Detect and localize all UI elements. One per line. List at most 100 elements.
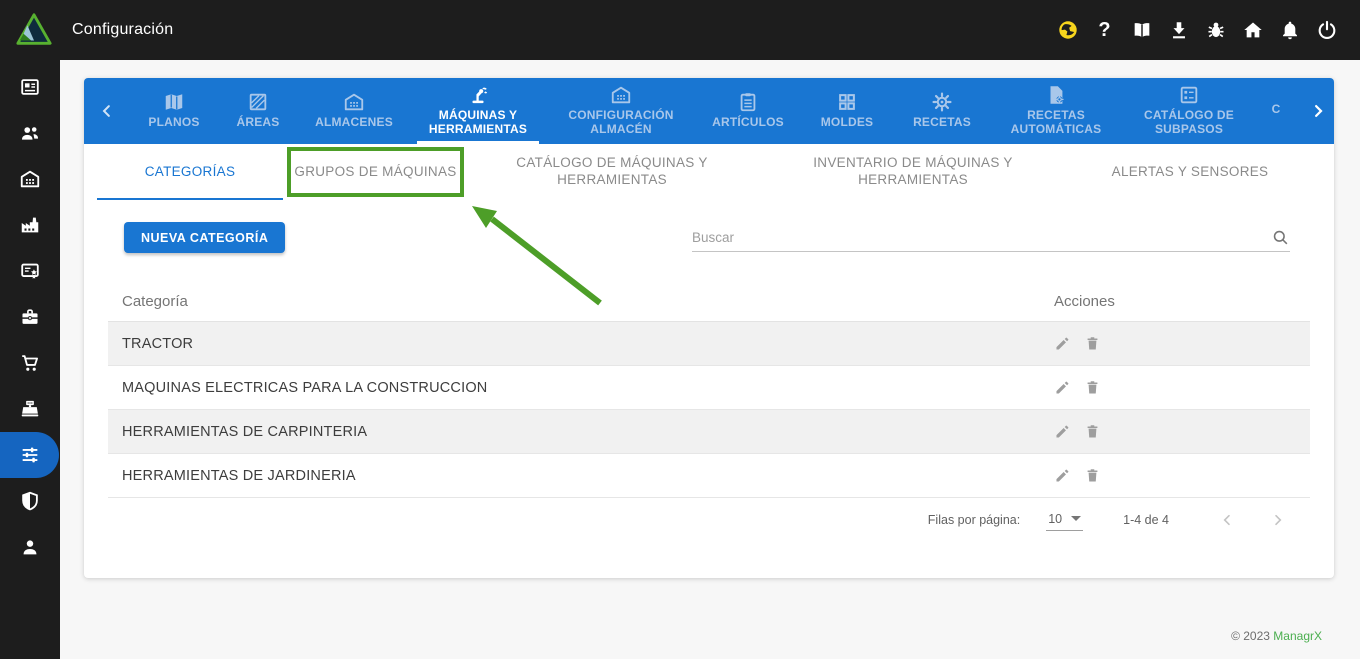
download-icon[interactable] [1167,19,1190,42]
brand-link[interactable]: ManagrX [1273,629,1322,643]
edit-icon[interactable] [1054,467,1071,484]
subtab-grupos-de-maquinas[interactable]: GRUPOS DE MÁQUINAS [287,144,464,200]
sidebar-item-profile[interactable] [0,524,60,570]
sidebar [0,60,60,659]
sidebar-item-settings[interactable] [0,432,59,478]
category-cell: HERRAMIENTAS DE CARPINTERIA [122,423,368,440]
robot-arm-icon [472,87,488,103]
tab-articulos[interactable]: ARTÍCULOS [696,78,800,144]
list-card-icon [1180,86,1198,103]
grid-icon [839,93,855,110]
briefcase-icon [22,309,38,324]
topbar: Configuración ? [0,0,1360,60]
previous-page-button[interactable] [1215,508,1239,532]
gear-icon [932,92,952,112]
search-icon[interactable] [1271,228,1290,247]
sidebar-item-cart[interactable] [0,340,60,386]
power-icon[interactable] [1315,19,1338,42]
security-icon [22,491,38,511]
settings-card: PLANOS ÁREAS ALMACENES MÁQUINAS Y HERRAM… [84,78,1334,578]
app-logo[interactable] [15,11,53,49]
cart-icon [22,355,38,371]
tab-areas[interactable]: ÁREAS [218,78,298,144]
tab-planos[interactable]: PLANOS [130,78,218,144]
area-icon [249,93,267,110]
rows-per-page-select[interactable]: 10 [1046,510,1084,531]
subtab-alertas-sensores[interactable]: ALERTAS Y SENSORES [1070,144,1310,200]
sidebar-item-news[interactable] [0,64,60,110]
sidebar-item-warehouse[interactable] [0,156,60,202]
table-body: TRACTOR MAQUINAS ELECTRICAS PARA LA CONS… [108,322,1310,498]
module-tabbar: PLANOS ÁREAS ALMACENES MÁQUINAS Y HERRAM… [84,78,1334,144]
sidebar-item-security[interactable] [0,478,60,524]
news-icon [21,79,39,95]
new-category-button[interactable]: NUEVA CATEGORÍA [124,222,286,253]
footer: © 2023 ManagrX [1231,629,1322,643]
delete-icon[interactable] [1084,467,1101,484]
table-row[interactable]: TRACTOR [108,322,1310,366]
category-cell: MAQUINAS ELECTRICAS PARA LA CONSTRUCCION [122,379,488,396]
language-icon[interactable] [1056,19,1079,42]
subtab-categorias[interactable]: CATEGORÍAS [97,144,283,200]
manual-icon[interactable] [1130,19,1153,42]
factory-icon [21,217,39,233]
warehouse-icon [20,170,40,188]
row-actions [1054,379,1101,396]
tabs-scroll-right-button[interactable] [1296,78,1334,144]
topbar-actions: ? [1056,19,1360,42]
sidebar-item-certificates[interactable] [0,248,60,294]
tab-configuracion-almacen[interactable]: CONFIGURACIÓN ALMACÉN [546,78,696,144]
edit-icon[interactable] [1054,335,1071,352]
row-actions [1054,335,1101,352]
sidebar-item-users[interactable] [0,110,60,156]
tab-almacenes[interactable]: ALMACENES [298,78,410,144]
certificate-icon [21,263,39,279]
table-row[interactable]: HERRAMIENTAS DE CARPINTERIA [108,410,1310,454]
tab-recetas-automaticas[interactable]: RECETAS AUTOMÁTICAS [990,78,1122,144]
caret-down-icon [1071,516,1082,521]
table-header: Categoría Acciones [108,281,1310,322]
bug-report-icon[interactable] [1204,19,1227,42]
tab-recetas[interactable]: RECETAS [894,78,990,144]
search-field [692,224,1290,252]
category-cell: HERRAMIENTAS DE JARDINERIA [122,467,356,484]
page-title: Configuración [72,21,174,38]
edit-icon[interactable] [1054,423,1071,440]
table-row[interactable]: HERRAMIENTAS DE JARDINERIA [108,454,1310,498]
column-header-categoria: Categoría [122,292,188,310]
main-content: PLANOS ÁREAS ALMACENES MÁQUINAS Y HERRAM… [60,60,1360,659]
users-icon [22,127,38,140]
search-input[interactable] [692,230,1271,245]
notifications-icon[interactable] [1278,19,1301,42]
map-icon [165,93,183,110]
tab-catalogo-subpasos[interactable]: CATÁLOGO DE SUBPASOS [1122,78,1256,144]
sidebar-item-factory[interactable] [0,202,60,248]
profile-icon [23,540,37,555]
tab-truncated[interactable]: C [1256,78,1296,144]
file-gear-icon [1050,85,1064,104]
edit-icon[interactable] [1054,379,1071,396]
settings-icon [22,447,37,463]
rows-per-page-label: Filas por página: [927,513,1021,527]
tab-moldes[interactable]: MOLDES [800,78,894,144]
home-icon[interactable] [1241,19,1264,42]
help-icon[interactable]: ? [1093,19,1116,42]
subtab-inventario-maquinas[interactable]: INVENTARIO DE MÁQUINAS Y HERRAMIENTAS [774,144,1052,200]
delete-icon[interactable] [1084,423,1101,440]
column-header-acciones: Acciones [1054,292,1115,310]
row-actions [1054,467,1101,484]
clipboard-icon [740,92,756,111]
tab-maquinas-herramientas[interactable]: MÁQUINAS Y HERRAMIENTAS [410,78,546,144]
tabs-scroll-left-button[interactable] [84,78,130,144]
next-page-button[interactable] [1266,508,1290,532]
sidebar-item-register[interactable] [0,386,60,432]
pagination: Filas por página: 10 1-4 de 4 [928,508,1290,532]
subtab-catalogo-maquinas[interactable]: CATÁLOGO DE MÁQUINAS Y HERRAMIENTAS [474,144,750,200]
delete-icon[interactable] [1084,335,1101,352]
category-cell: TRACTOR [122,335,194,352]
delete-icon[interactable] [1084,379,1101,396]
warehouse-icon [344,93,364,110]
sidebar-item-briefcase[interactable] [0,294,60,340]
register-icon [21,400,39,417]
table-row[interactable]: MAQUINAS ELECTRICAS PARA LA CONSTRUCCION [108,366,1310,410]
